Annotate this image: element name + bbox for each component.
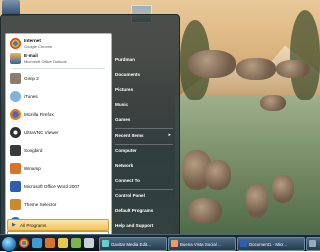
- quick-launch-icon[interactable]: [84, 238, 94, 248]
- right-item-pictures[interactable]: Pictures: [115, 87, 133, 92]
- itunes-icon: [10, 91, 21, 102]
- pinned-email[interactable]: E-mail Microsoft Office Outlook: [6, 51, 111, 66]
- desktop-spacer: [2, 0, 3, 1]
- app-icon: [309, 240, 316, 247]
- rock-shape: [236, 58, 276, 80]
- pinned-subtitle: Microsoft Office Outlook: [24, 59, 67, 64]
- recent-ultravnc[interactable]: UltraVNC Viewer: [6, 125, 111, 140]
- pinned-title: Internet: [24, 38, 41, 43]
- right-item-computer[interactable]: Computer: [115, 148, 137, 153]
- start-menu-left-pane: Internet Google Chrome E-mail Microsoft …: [5, 33, 112, 245]
- recent-gimp[interactable]: Gimp 2: [6, 71, 111, 86]
- rock-shape: [246, 183, 268, 218]
- rock-shape: [205, 160, 231, 190]
- taskbar: Gavitar Media Edit... Buena Vista Social…: [0, 234, 320, 252]
- firefox-icon: [10, 109, 21, 120]
- pinned-subtitle: Google Chrome: [24, 44, 53, 49]
- music-icon: [171, 240, 178, 247]
- media-icon: [102, 240, 109, 247]
- right-item-default-programs[interactable]: Default Programs: [115, 208, 153, 213]
- recent-winamp[interactable]: Winamp: [6, 161, 111, 176]
- chrome-icon[interactable]: [19, 238, 29, 248]
- all-programs-label: All Programs: [20, 222, 47, 228]
- all-programs-button[interactable]: ▶ All Programs: [7, 219, 109, 231]
- rock-shape: [188, 50, 236, 78]
- task-label: Buena Vista Social ...: [180, 241, 222, 247]
- right-item-documents[interactable]: Documents: [115, 72, 140, 77]
- quick-launch-icon[interactable]: [58, 238, 68, 248]
- rock-shape: [188, 198, 222, 224]
- recent-songbird[interactable]: Songbird: [6, 143, 111, 158]
- start-menu: Internet Google Chrome E-mail Microsoft …: [0, 14, 180, 247]
- quick-launch-icon[interactable]: [45, 238, 55, 248]
- chrome-icon: [10, 38, 21, 49]
- recent-word[interactable]: Microsoft Office Word 2007: [6, 179, 111, 194]
- arrow-right-icon: ▶: [12, 222, 16, 228]
- right-item-control-panel[interactable]: Control Panel: [115, 193, 145, 198]
- right-item-games[interactable]: Games: [115, 117, 130, 122]
- recent-label: Songbird: [24, 148, 43, 153]
- divider: [115, 128, 173, 129]
- submenu-arrow-icon: ▸: [168, 132, 171, 138]
- recent-label: Mozilla Firefox: [24, 112, 54, 117]
- task-label: Document1 - Micr...: [249, 241, 288, 247]
- taskbar-task[interactable]: Document1 - Micr...: [237, 237, 305, 251]
- rock-shape: [272, 175, 294, 203]
- word-icon: [10, 181, 21, 192]
- right-item-help-and-support[interactable]: Help and Support: [115, 223, 153, 228]
- taskbar-task[interactable]: [306, 237, 320, 251]
- rock-shape: [276, 60, 310, 78]
- right-item-connect-to[interactable]: Connect To: [115, 178, 140, 183]
- recent-label: Theme Selector: [24, 202, 57, 207]
- taskbar-task[interactable]: Buena Vista Social ...: [168, 237, 236, 251]
- recent-label: iTunes: [24, 94, 38, 99]
- outlook-icon: [10, 53, 21, 64]
- pinned-title: E-mail: [24, 53, 38, 58]
- theme-icon: [10, 199, 21, 210]
- recent-label: Winamp: [24, 166, 41, 171]
- rock-shape: [260, 95, 286, 111]
- tree-shape: [290, 10, 320, 100]
- right-item-recent-items[interactable]: Recent Items: [115, 133, 144, 138]
- pinned-internet[interactable]: Internet Google Chrome: [6, 36, 111, 51]
- quick-launch-icon[interactable]: [71, 238, 81, 248]
- taskbar-task[interactable]: Gavitar Media Edit...: [99, 237, 167, 251]
- vnc-icon: [10, 127, 21, 138]
- divider: [115, 144, 173, 145]
- winamp-icon: [10, 163, 21, 174]
- songbird-icon: [10, 145, 21, 156]
- word-icon: [240, 240, 247, 247]
- gimp-icon: [10, 73, 21, 84]
- divider: [115, 189, 173, 190]
- recent-label: UltraVNC Viewer: [24, 130, 59, 135]
- right-item-music[interactable]: Music: [115, 102, 128, 107]
- recent-label: Microsoft Office Word 2007: [24, 184, 80, 189]
- quick-launch-icon[interactable]: [32, 238, 42, 248]
- right-item-user-folder[interactable]: Purdman: [115, 57, 135, 62]
- recent-itunes[interactable]: iTunes: [6, 89, 111, 104]
- right-item-network[interactable]: Network: [115, 163, 133, 168]
- recent-theme-selector[interactable]: Theme Selector: [6, 197, 111, 212]
- recent-firefox[interactable]: Mozilla Firefox: [6, 107, 111, 122]
- recent-label: Gimp 2: [24, 76, 39, 81]
- divider: [12, 68, 105, 69]
- task-label: Gavitar Media Edit...: [111, 241, 151, 247]
